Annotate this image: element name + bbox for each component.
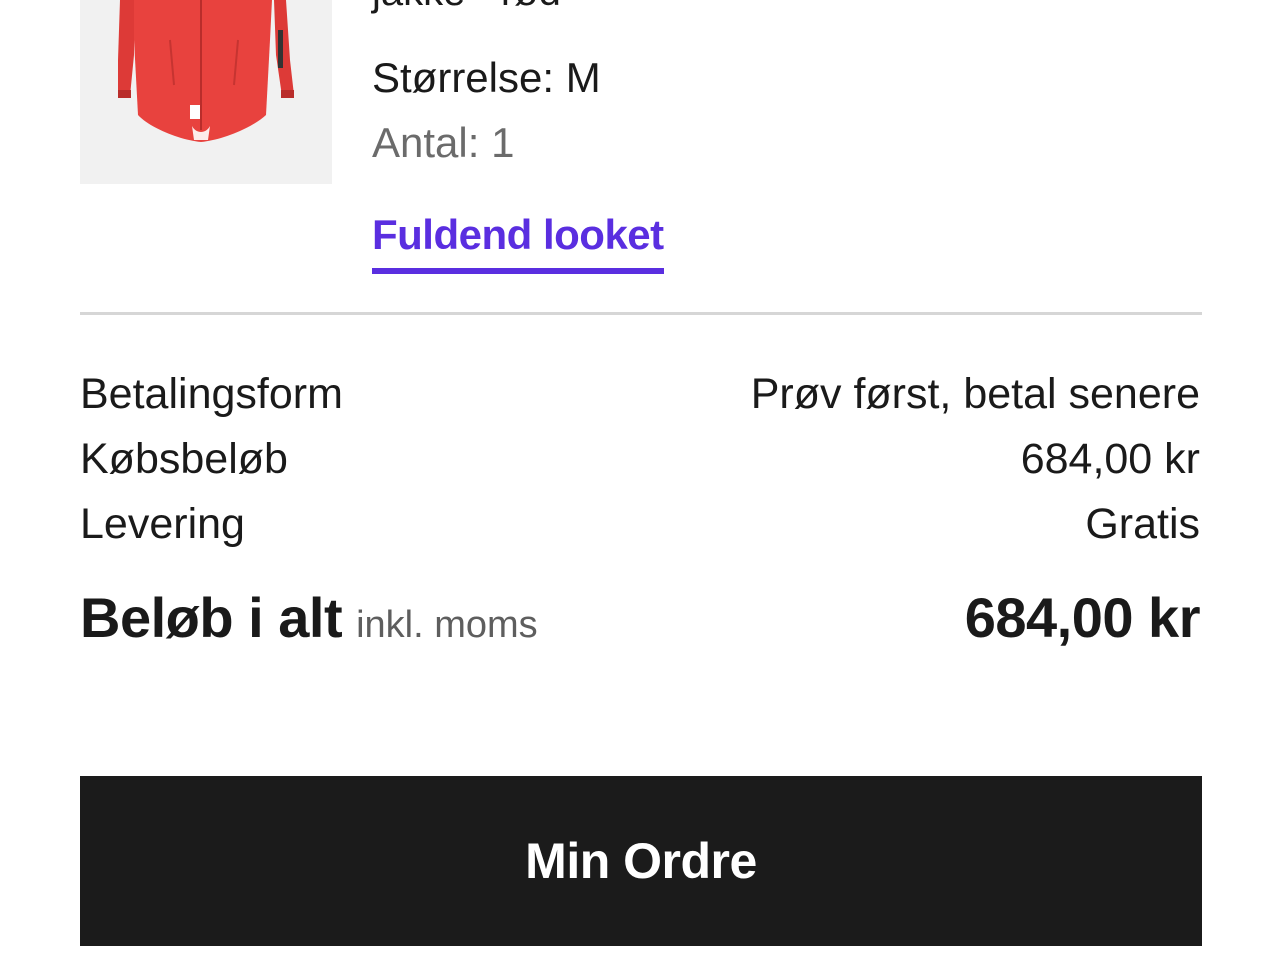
summary-value: 684,00 kr xyxy=(1020,435,1200,483)
product-name: jakke - rød xyxy=(372,0,561,14)
product-size: Størrelse: M xyxy=(372,54,601,101)
summary-value: Prøv først, betal senere xyxy=(750,370,1200,418)
summary-row-delivery: Levering Gratis xyxy=(80,492,1200,557)
total-label-group: Beløb i alt inkl. moms xyxy=(80,585,538,650)
summary-label: Levering xyxy=(80,500,245,548)
order-confirmation-page: jakke - rød Størrelse: M Antal: 1 Fulden… xyxy=(0,0,1280,960)
complete-look-link[interactable]: Fuldend looket xyxy=(372,210,664,274)
total-vat-note: inkl. moms xyxy=(356,604,538,646)
section-divider xyxy=(80,312,1202,315)
product-quantity: Antal: 1 xyxy=(372,119,515,166)
summary-row-payment-method: Betalingsform Prøv først, betal senere xyxy=(80,362,1200,427)
summary-value: Gratis xyxy=(1085,500,1200,548)
summary-label: Købsbeløb xyxy=(80,435,288,483)
my-order-button[interactable]: Min Ordre xyxy=(80,776,1202,946)
summary-label: Betalingsform xyxy=(80,370,343,418)
order-summary: Betalingsform Prøv først, betal senere K… xyxy=(80,362,1200,557)
total-label: Beløb i alt xyxy=(80,586,343,649)
total-row: Beløb i alt inkl. moms 684,00 kr xyxy=(80,585,1201,650)
product-image[interactable] xyxy=(80,0,332,184)
red-jacket-image xyxy=(80,0,332,184)
total-value: 684,00 kr xyxy=(964,586,1201,649)
summary-row-purchase-amount: Købsbeløb 684,00 kr xyxy=(80,427,1200,492)
